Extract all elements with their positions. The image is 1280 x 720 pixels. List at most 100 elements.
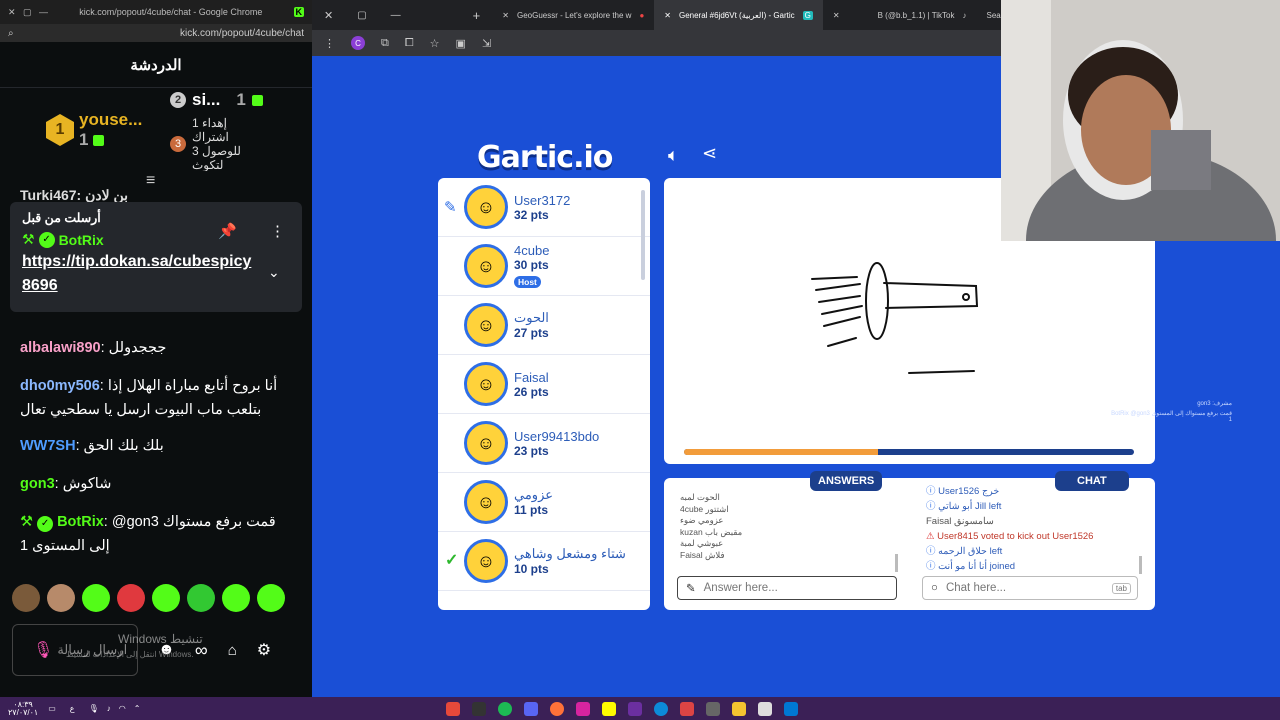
sound-icon[interactable]: 🔈︎ — [668, 145, 679, 166]
player-row[interactable]: ✎ ☺ User3172 32 pts — [438, 178, 650, 237]
extension-icon[interactable]: ⧉ — [381, 37, 389, 50]
clapper-icon[interactable] — [706, 701, 721, 716]
file-icon[interactable] — [758, 701, 773, 716]
player-row[interactable]: ☺ عزومي 11 pts — [438, 473, 650, 532]
obs-icon[interactable] — [472, 701, 487, 716]
close-icon[interactable]: ✕ — [312, 9, 345, 22]
tab-gartic[interactable]: ✕ General #6jd6Vt (العربية) - Gartic G — [654, 0, 823, 30]
star-icon[interactable]: ☆ — [430, 37, 440, 50]
answer-item: Faisal فلاش — [680, 549, 725, 560]
new-tab-icon[interactable]: + — [413, 8, 493, 23]
notification-icon[interactable]: ▭ — [48, 704, 56, 713]
emote-icon[interactable] — [117, 584, 145, 612]
windows-start-icon[interactable] — [784, 701, 799, 716]
chat-username[interactable]: BotRix — [57, 514, 104, 530]
instagram-icon[interactable] — [576, 701, 591, 716]
edge-icon[interactable] — [654, 701, 669, 716]
chevron-down-icon[interactable]: ⌄ — [268, 264, 280, 281]
chat-username[interactable]: WW7SH — [20, 438, 76, 454]
volume-icon[interactable]: ♪ — [107, 704, 111, 713]
emote-icon[interactable] — [152, 584, 180, 612]
share-icon[interactable]: ⋖ — [702, 143, 717, 164]
player-row[interactable]: ☺ الحوت 27 pts — [438, 296, 650, 355]
chat-username[interactable]: dho0my506 — [20, 378, 100, 394]
menu-icon[interactable]: ⋮ — [324, 37, 335, 50]
clock[interactable]: ٠٨:٣٩ ٢٧/٠٧/٠١ — [8, 700, 39, 717]
emote-icon[interactable] — [257, 584, 285, 612]
kick-chat-window: ✕ ▢ — kick.com/popout/4cube/chat - Googl… — [0, 0, 312, 697]
gartic-logo: Gartic.io — [477, 140, 613, 175]
tab-label: B (@b.b_1.1) | TikTok — [877, 10, 955, 20]
pinned-message[interactable]: أرسلت من قبل 📌 ⋮ ⌄ ⚒ ✓ BotRix https://ti… — [10, 202, 302, 312]
pin-icon[interactable]: 📌 — [218, 222, 237, 240]
language-indicator[interactable]: ع — [70, 704, 75, 713]
mic-tray-icon[interactable]: 🎙︎ — [89, 704, 99, 713]
emote-icon[interactable] — [82, 584, 110, 612]
emote-icon[interactable] — [187, 584, 215, 612]
webcam-image — [1001, 0, 1280, 241]
spotify-icon[interactable] — [498, 701, 513, 716]
app-icon[interactable] — [628, 701, 643, 716]
window-controls[interactable]: ✕ ▢ — — [8, 7, 48, 18]
gift-icon — [251, 94, 263, 106]
answer-input[interactable]: ✎ Answer here... — [677, 576, 897, 600]
overlay-message-1: gon3 :مشرف — [1197, 401, 1232, 407]
reader-icon[interactable]: ⧠ — [405, 37, 414, 50]
info-icon: ⓘ — [926, 486, 939, 497]
collapse-handle-icon[interactable]: ≡ — [146, 172, 155, 190]
players-scrollbar[interactable] — [641, 190, 645, 280]
folder-icon[interactable] — [732, 701, 747, 716]
emote-icon[interactable] — [12, 584, 40, 612]
leaderboard-second[interactable]: 2 si... 1 — [170, 90, 263, 110]
chat-username[interactable]: albalawi890 — [20, 340, 101, 356]
gear-icon[interactable]: ⚙ — [257, 640, 271, 660]
gartic-favicon-icon: G — [802, 10, 813, 20]
chat-scrollbar[interactable] — [1139, 556, 1142, 574]
game-chat-text: أبو شاتي Jill left — [938, 501, 1002, 512]
answers-scrollbar[interactable] — [895, 554, 898, 572]
cast-icon[interactable]: ▣ — [456, 37, 466, 50]
snapchat-icon[interactable] — [602, 701, 617, 716]
wifi-icon[interactable]: ◠ — [119, 704, 126, 713]
webcam-feed — [1001, 0, 1280, 241]
tab-geoguessr[interactable]: ✕ GeoGuessr - Let's explore the w ● — [492, 0, 654, 30]
discord-icon[interactable] — [524, 701, 539, 716]
kick-urlbar[interactable]: ⌕ kick.com/popout/4cube/chat — [0, 24, 312, 42]
firefox-icon[interactable] — [550, 701, 565, 716]
tab-close-icon[interactable]: ✕ — [502, 11, 509, 20]
tab-answers[interactable]: ANSWERS — [810, 471, 883, 491]
tab-tiktok[interactable]: ✕ B (@b.b_1.1) | TikTok ♪ — [823, 0, 977, 30]
chat-input-game[interactable]: ○ Chat here... tab — [922, 576, 1138, 600]
profile-avatar[interactable]: C — [351, 36, 365, 50]
maximize-icon[interactable]: ▢ — [345, 10, 378, 21]
player-row[interactable]: ☺ User99413bdo 23 pts — [438, 414, 650, 473]
player-points: 32 pts — [514, 207, 549, 222]
tab-close-icon[interactable]: ✕ — [833, 11, 840, 20]
leaderboard-third[interactable]: 3 إهداء 1 اشتراك للوصول 3 لتكوث — [170, 116, 262, 171]
install-icon[interactable]: ⇲ — [482, 37, 491, 50]
emote-icon[interactable] — [47, 584, 75, 612]
more-options-icon[interactable]: ⋮ — [270, 222, 285, 240]
pinned-link[interactable]: https://tip.dokan.sa/cubespicy8696 — [22, 250, 257, 298]
game-chat-line: ⚠ User8415 voted to kick out User1526 — [926, 529, 1138, 544]
verified-icon: ✓ — [37, 516, 54, 532]
tab-close-icon[interactable]: ✕ — [664, 11, 671, 20]
player-row[interactable]: ☺ Faisal 26 pts — [438, 355, 650, 414]
media-icon[interactable] — [680, 701, 695, 716]
store-icon[interactable]: ⌂ — [228, 642, 237, 659]
location-pin-icon: ● — [639, 10, 645, 20]
player-row[interactable]: ✓ ☺ شتاء ومشعل وشاهي 10 pts — [438, 532, 650, 591]
player-row[interactable]: ☺ 4cube 30 pts Host — [438, 237, 650, 296]
clock-date: ٢٧/٠٧/٠١ — [8, 707, 39, 717]
minimize-icon[interactable]: — — [379, 10, 413, 21]
chrome-icon[interactable] — [446, 701, 461, 716]
emote-icon[interactable] — [222, 584, 250, 612]
leaderboard-second-count: 1 — [236, 90, 246, 109]
kick-logo-icon: K — [293, 7, 304, 17]
chevron-up-icon[interactable]: ⌃ — [134, 704, 141, 713]
player-name: الحوت — [514, 310, 549, 325]
chat-username[interactable]: gon3 — [20, 476, 55, 492]
gift-icon — [93, 134, 105, 146]
chat-messages: albalawi890: جججدولل dho0my506: أنا بروح… — [0, 336, 312, 558]
leaderboard-first[interactable]: 1 youse... 1 — [46, 110, 142, 150]
